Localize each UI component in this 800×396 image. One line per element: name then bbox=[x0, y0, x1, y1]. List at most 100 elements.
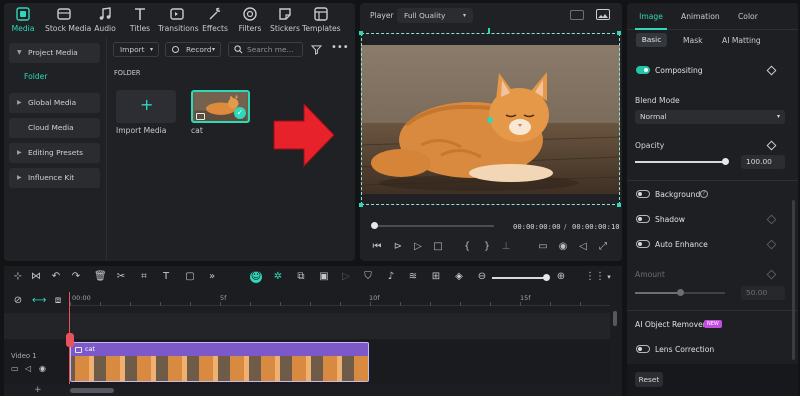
ai-tool-icon[interactable]: ✲ bbox=[272, 271, 284, 283]
resize-handle-top-right[interactable] bbox=[617, 31, 621, 35]
microphone-icon[interactable]: ♪ bbox=[385, 271, 397, 283]
auto-enhance-toggle[interactable] bbox=[636, 240, 650, 248]
more-tools-icon[interactable]: » bbox=[206, 271, 218, 283]
grid-layout-icon[interactable]: ⋮⋮ bbox=[585, 271, 605, 283]
playhead-handle[interactable] bbox=[66, 333, 74, 347]
play-clip-icon[interactable]: ⊳ bbox=[392, 241, 404, 253]
toolbar-filters[interactable]: Filters bbox=[231, 6, 269, 33]
import-dropdown[interactable]: Import ▾ bbox=[113, 42, 159, 57]
resize-handle-bottom-right[interactable] bbox=[617, 203, 621, 207]
tab-animation[interactable]: Animation bbox=[681, 12, 720, 21]
camera-icon[interactable]: ◉ bbox=[557, 241, 569, 253]
tab-image[interactable]: Image bbox=[635, 3, 667, 30]
media-clip-cat[interactable]: ✓ bbox=[191, 90, 250, 123]
dropdown-tools-icon[interactable]: ⊥ bbox=[500, 241, 512, 253]
folder-icon[interactable]: ▭ bbox=[11, 364, 19, 373]
image-add-icon[interactable]: ⊞ bbox=[430, 271, 442, 283]
sidebar-item-folder[interactable]: Folder bbox=[24, 72, 47, 81]
fullscreen-icon[interactable]: ⤢ bbox=[597, 241, 609, 253]
speaker-icon[interactable]: ◁ bbox=[25, 364, 31, 373]
play-range-icon[interactable]: ▷ bbox=[340, 271, 352, 283]
lens-correction-toggle[interactable] bbox=[636, 345, 650, 353]
quality-dropdown[interactable]: Full Quality ▾ bbox=[397, 8, 473, 23]
zoom-in-icon[interactable]: ⊕ bbox=[555, 271, 567, 283]
snap-icon[interactable]: ☺ bbox=[250, 271, 262, 283]
help-icon[interactable]: ? bbox=[700, 190, 708, 198]
cut-icon[interactable]: ✂ bbox=[115, 271, 127, 283]
toolbar-stickers[interactable]: Stickers bbox=[266, 6, 304, 33]
multicam-icon[interactable]: ⧉ bbox=[295, 271, 307, 283]
eye-icon[interactable]: ◉ bbox=[39, 364, 46, 373]
subtab-mask[interactable]: Mask bbox=[683, 36, 703, 45]
resize-handle-top-left[interactable] bbox=[359, 31, 363, 35]
playback-progress-track[interactable] bbox=[374, 225, 494, 227]
crop-icon[interactable]: ⌗ bbox=[138, 271, 150, 283]
opacity-value-input[interactable]: 100.00 bbox=[741, 155, 785, 169]
toolbar-transitions[interactable]: Transitions bbox=[158, 6, 199, 33]
delete-icon[interactable]: 🗑 bbox=[94, 271, 107, 283]
toolbar-media[interactable]: Media bbox=[4, 6, 42, 33]
zoom-slider-knob[interactable] bbox=[543, 274, 550, 281]
subtab-basic[interactable]: Basic bbox=[636, 33, 667, 47]
previous-frame-icon[interactable]: ⏮ bbox=[371, 241, 383, 253]
reset-button[interactable]: Reset bbox=[635, 372, 663, 387]
redo-icon[interactable]: ↷ bbox=[70, 271, 82, 283]
ripple-tool-icon[interactable]: ⋈ bbox=[30, 271, 42, 283]
anchor-point[interactable] bbox=[487, 117, 493, 123]
play-icon[interactable]: ▷ bbox=[412, 241, 424, 253]
import-media-tile[interactable]: + bbox=[116, 90, 176, 123]
shape-tool-icon[interactable]: ▢ bbox=[184, 271, 196, 283]
grid-view-icon[interactable] bbox=[570, 10, 584, 20]
properties-scrollbar[interactable] bbox=[792, 200, 795, 360]
shadow-toggle[interactable] bbox=[636, 215, 650, 223]
mark-in-icon[interactable]: { bbox=[461, 241, 473, 253]
sidebar-item-influence-kit[interactable]: ▶ Influence Kit bbox=[9, 168, 100, 188]
marker-icon[interactable]: ◈ bbox=[453, 271, 465, 283]
filter-icon[interactable] bbox=[311, 44, 322, 55]
undo-icon[interactable]: ↶ bbox=[50, 271, 62, 283]
text-tool-icon[interactable]: T bbox=[160, 271, 172, 283]
snapshot-image-icon[interactable] bbox=[596, 9, 610, 20]
stop-icon[interactable]: □ bbox=[432, 241, 444, 253]
tab-color[interactable]: Color bbox=[738, 12, 758, 21]
resize-handle-bottom-left[interactable] bbox=[359, 203, 363, 207]
compositing-toggle[interactable] bbox=[636, 66, 650, 74]
auto-ripple-icon[interactable]: ⟷ bbox=[32, 295, 46, 307]
record-dropdown[interactable]: Record ▾ bbox=[165, 42, 221, 57]
sidebar-item-global-media[interactable]: ▶ Global Media bbox=[9, 93, 100, 113]
toolbar-stock-media[interactable]: Stock Media bbox=[45, 6, 91, 33]
link-icon[interactable]: ⊘ bbox=[12, 295, 24, 307]
rotate-handle[interactable] bbox=[488, 28, 490, 34]
playback-scrubber[interactable] bbox=[371, 222, 378, 229]
sidebar-item-project-media[interactable]: ▼ Project Media bbox=[9, 43, 100, 63]
opacity-slider-track[interactable] bbox=[635, 161, 725, 163]
toolbar-templates[interactable]: Templates bbox=[302, 6, 341, 33]
timeline-clip-cat[interactable]: cat bbox=[70, 342, 369, 382]
voiceover-icon[interactable]: ≋ bbox=[407, 271, 419, 283]
subtab-ai-matting[interactable]: AI Matting bbox=[722, 36, 761, 45]
search-box[interactable]: Search me... bbox=[228, 42, 303, 57]
mark-out-icon[interactable]: } bbox=[481, 241, 493, 253]
render-icon[interactable]: ▣ bbox=[318, 271, 330, 283]
background-toggle[interactable] bbox=[636, 190, 650, 198]
shield-icon[interactable]: ⛉ bbox=[362, 271, 374, 283]
blend-mode-select[interactable]: Normal ▾ bbox=[635, 110, 785, 124]
volume-icon[interactable]: ◁ bbox=[577, 241, 589, 253]
timeline-vertical-scrollbar[interactable] bbox=[613, 311, 617, 326]
group-icon[interactable]: ⧈ bbox=[52, 295, 64, 307]
toolbar-titles[interactable]: Titles bbox=[121, 6, 159, 33]
more-options-icon[interactable]: ••• bbox=[331, 42, 349, 53]
toolbar-audio[interactable]: Audio bbox=[86, 6, 124, 33]
sidebar-item-editing-presets[interactable]: ▶ Editing Presets bbox=[9, 143, 100, 163]
chevron-down-icon[interactable]: ▾ bbox=[603, 271, 615, 283]
select-tool-icon[interactable]: ⊹ bbox=[12, 271, 24, 283]
opacity-slider-knob[interactable] bbox=[721, 158, 729, 165]
zoom-out-icon[interactable]: ⊖ bbox=[476, 271, 488, 283]
timeline-horizontal-scrollbar[interactable] bbox=[70, 388, 114, 393]
monitor-icon[interactable]: ▭ bbox=[537, 241, 549, 253]
toolbar-effects[interactable]: Effects bbox=[196, 6, 234, 33]
add-track-icon[interactable]: + bbox=[34, 385, 42, 395]
zoom-slider-track[interactable] bbox=[492, 277, 547, 279]
sidebar-item-label: Global Media bbox=[28, 98, 77, 107]
sidebar-item-cloud-media[interactable]: Cloud Media bbox=[9, 118, 100, 138]
